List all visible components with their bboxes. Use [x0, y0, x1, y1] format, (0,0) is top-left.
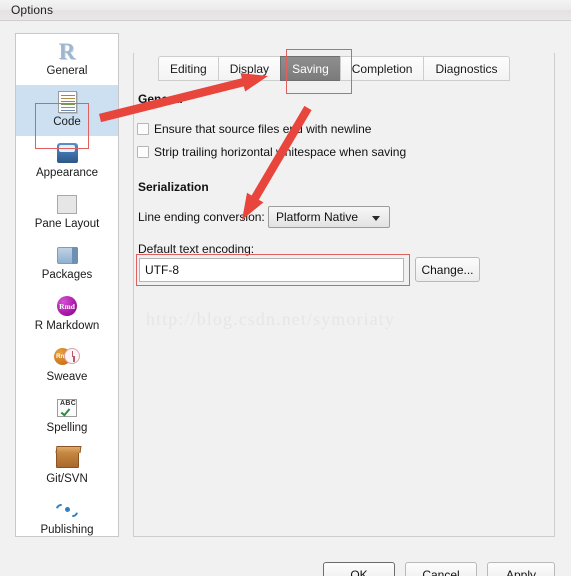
- sidebar-item-label: Publishing: [40, 524, 94, 536]
- sidebar-item-label: General: [46, 65, 88, 77]
- checkbox-ensure-newline[interactable]: Ensure that source files end with newlin…: [137, 122, 371, 136]
- encoding-value: UTF-8: [145, 263, 179, 277]
- sidebar-item-spelling[interactable]: ABC Spelling: [16, 391, 118, 442]
- sidebar-item-git-svn[interactable]: Git/SVN: [16, 442, 118, 493]
- checkbox-box-icon[interactable]: [137, 146, 149, 158]
- apply-button[interactable]: Apply: [487, 562, 555, 576]
- paint-bucket-icon: [54, 140, 80, 166]
- broadcast-icon: [54, 497, 80, 523]
- line-ending-conversion-select[interactable]: Platform Native: [268, 206, 390, 228]
- sidebar-item-appearance[interactable]: Appearance: [16, 136, 118, 187]
- watermark-text: http://blog.csdn.net/symoriaty: [146, 309, 395, 329]
- checkbox-label: Ensure that source files end with newlin…: [154, 122, 372, 136]
- sidebar-item-pane-layout[interactable]: Pane Layout: [16, 187, 118, 238]
- checkbox-label: Strip trailing horizontal whitespace whe…: [154, 145, 407, 159]
- sidebar-item-label: Code: [53, 116, 81, 128]
- serialization-group-heading: Serialization: [138, 180, 209, 194]
- sidebar-item-label: Packages: [41, 269, 93, 281]
- tab-diagnostics[interactable]: Diagnostics: [423, 56, 510, 81]
- sidebar-item-publishing[interactable]: Publishing: [16, 493, 118, 536]
- change-encoding-button[interactable]: Change...: [415, 257, 480, 282]
- sidebar-item-packages[interactable]: Packages: [16, 238, 118, 289]
- sidebar-item-r-markdown[interactable]: Rmd R Markdown: [16, 289, 118, 340]
- code-options-tabstrip[interactable]: Editing Display Saving Completion Diagnostic…: [158, 54, 510, 81]
- sidebar-item-general[interactable]: R General: [16, 34, 118, 85]
- line-ending-conversion-label: Line ending conversion:: [138, 210, 265, 224]
- tab-saving[interactable]: Saving: [280, 56, 340, 81]
- ok-button[interactable]: OK: [323, 562, 395, 576]
- chevron-down-icon[interactable]: [372, 216, 380, 221]
- tab-editing[interactable]: Editing: [158, 56, 218, 81]
- dialog-body: R General Code Appearance Pane Layout Package…: [0, 21, 571, 576]
- sidebar-item-code[interactable]: Code: [16, 85, 118, 136]
- sidebar-item-label: Sweave: [46, 371, 88, 383]
- sidebar-item-label: Spelling: [46, 422, 88, 434]
- cancel-button[interactable]: Cancel: [405, 562, 477, 576]
- general-group-heading: General: [138, 92, 183, 106]
- abc-check-icon: ABC: [54, 395, 80, 421]
- window-titlebar: Options: [0, 0, 571, 21]
- sidebar-item-label: R Markdown: [34, 320, 100, 332]
- checkbox-box-icon[interactable]: [137, 123, 149, 135]
- code-file-icon: [54, 89, 80, 115]
- cardboard-box-icon: [54, 446, 80, 472]
- window-title: Options: [11, 3, 54, 17]
- r-logo-icon: R: [58, 38, 76, 64]
- options-dialog: Options R General Code Appearance Pane Layou…: [0, 0, 571, 576]
- package-box-icon: [54, 242, 80, 268]
- sidebar-item-sweave[interactable]: Rnw Sweave: [16, 340, 118, 391]
- select-value: Platform Native: [276, 210, 359, 224]
- grid-panes-icon: [54, 191, 80, 217]
- rmd-badge-icon: Rmd: [54, 293, 80, 319]
- tab-completion[interactable]: Completion: [339, 56, 424, 81]
- options-category-sidebar[interactable]: R General Code Appearance Pane Layout Package…: [15, 33, 119, 537]
- sidebar-item-label: Git/SVN: [46, 473, 88, 485]
- sweave-icon: Rnw: [54, 344, 80, 370]
- checkbox-strip-trailing-whitespace[interactable]: Strip trailing horizontal whitespace whe…: [137, 145, 406, 159]
- sidebar-item-label: Appearance: [35, 167, 99, 179]
- default-text-encoding-label: Default text encoding:: [138, 242, 255, 256]
- tab-display[interactable]: Display: [217, 56, 281, 81]
- sidebar-item-label: Pane Layout: [34, 218, 100, 230]
- default-text-encoding-input[interactable]: UTF-8: [139, 258, 404, 282]
